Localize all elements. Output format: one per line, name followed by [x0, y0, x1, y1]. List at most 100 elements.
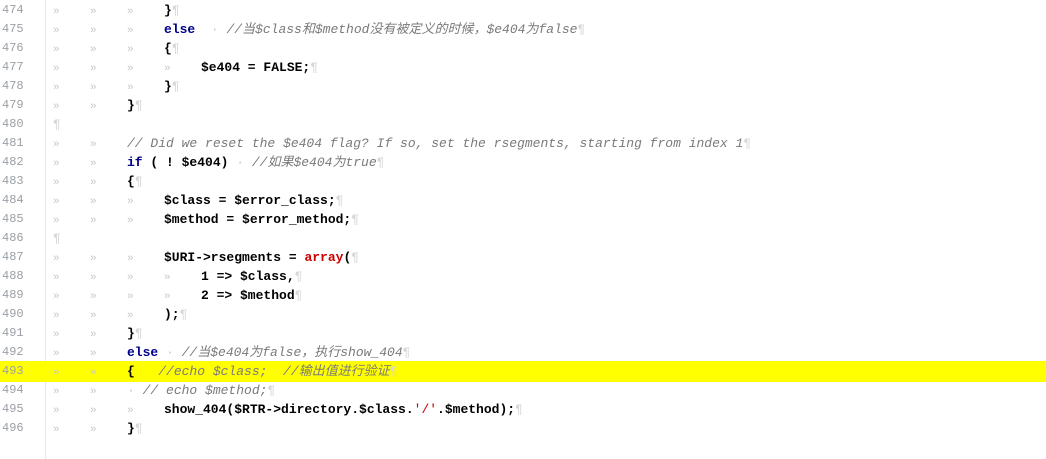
code-text: $e404 = FALSE;¶ [53, 57, 318, 78]
pilcrow-icon: ¶ [294, 288, 303, 303]
code-line[interactable]: 480 ¶ [0, 114, 1046, 135]
code-line[interactable]: 494 · // echo $method;¶ [0, 380, 1046, 401]
code-text: 2 => $method¶ [53, 285, 302, 306]
line-number: 476 [2, 41, 24, 55]
code-text: }¶ [53, 323, 143, 344]
code-text: $URI->rsegments = array(¶ [53, 247, 359, 268]
keyword: else [127, 345, 159, 360]
code-line[interactable]: 482 if ( ! $e404) · //如果$e404为true¶ [0, 152, 1046, 173]
token: ( ! $e404) [142, 155, 229, 170]
token: } [164, 79, 172, 94]
line-number: 481 [2, 136, 24, 150]
token: show_404($RTR->directory.$class. [164, 402, 414, 417]
code-text: if ( ! $e404) · //如果$e404为true¶ [53, 152, 384, 173]
code-text: ¶ [53, 228, 61, 249]
comment: //echo $class; //输出值进行验证 [158, 364, 390, 379]
pilcrow-icon: ¶ [171, 41, 180, 56]
pilcrow-icon: ¶ [351, 212, 360, 227]
line-number: 474 [2, 3, 24, 17]
pilcrow-icon: ¶ [402, 345, 411, 360]
token: } [127, 421, 135, 436]
code-line[interactable]: 485 $method = $error_method;¶ [0, 209, 1046, 230]
line-number: 489 [2, 288, 24, 302]
line-number: 475 [2, 22, 24, 36]
line-number: 485 [2, 212, 24, 226]
line-number: 479 [2, 98, 24, 112]
token: } [164, 3, 172, 18]
code-line[interactable]: 490 );¶ [0, 304, 1046, 325]
line-number: 490 [2, 307, 24, 321]
code-text: }¶ [53, 418, 143, 439]
pilcrow-icon: ¶ [53, 117, 61, 132]
pilcrow-icon: ¶ [294, 269, 303, 284]
line-number: 496 [2, 421, 24, 435]
code-line[interactable]: 489 2 => $method¶ [0, 285, 1046, 306]
line-number: 493 [2, 364, 24, 378]
pilcrow-icon: ¶ [171, 3, 180, 18]
code-text: else · //当$class和$method没有被定义的时候，$e404为f… [53, 19, 585, 40]
comment: //当$class和$method没有被定义的时候，$e404为false [226, 22, 578, 37]
code-line[interactable]: 486 ¶ [0, 228, 1046, 249]
pilcrow-icon: ¶ [376, 155, 385, 170]
code-text: );¶ [53, 304, 187, 325]
code-line[interactable]: 479 }¶ [0, 95, 1046, 116]
code-text: { //echo $class; //输出值进行验证¶ [53, 361, 397, 382]
line-number: 478 [2, 79, 24, 93]
code-text: show_404($RTR->directory.$class.'/'.$met… [53, 399, 523, 420]
pilcrow-icon: ¶ [577, 22, 586, 37]
token: $method = $error_method; [164, 212, 352, 227]
pilcrow-icon: ¶ [743, 136, 752, 151]
token: 2 => $method [201, 288, 295, 303]
code-line[interactable]: 476 {¶ [0, 38, 1046, 59]
comment: //如果$e404为true [251, 155, 377, 170]
code-line[interactable]: 484 $class = $error_class;¶ [0, 190, 1046, 211]
code-line[interactable]: 478 }¶ [0, 76, 1046, 97]
code-text: }¶ [53, 0, 180, 21]
code-line[interactable]: 491 }¶ [0, 323, 1046, 344]
code-line[interactable]: 477 $e404 = FALSE;¶ [0, 57, 1046, 78]
pilcrow-icon: ¶ [267, 383, 276, 398]
code-line[interactable]: 481 // Did we reset the $e404 flag? If s… [0, 133, 1046, 154]
pilcrow-icon: ¶ [134, 98, 143, 113]
comment: //当$e404为false，执行show_404 [181, 345, 403, 360]
pilcrow-icon: ¶ [171, 79, 180, 94]
code-text: · // echo $method;¶ [53, 380, 275, 401]
keyword: array [304, 250, 344, 265]
token: $URI->rsegments = [164, 250, 305, 265]
token: .$method); [437, 402, 516, 417]
code-line[interactable]: 474 }¶ [0, 0, 1046, 21]
line-number: 484 [2, 193, 24, 207]
token: } [127, 326, 135, 341]
line-number: 494 [2, 383, 24, 397]
code-text: $class = $error_class;¶ [53, 190, 343, 211]
code-text: $method = $error_method;¶ [53, 209, 359, 230]
pilcrow-icon: ¶ [310, 60, 319, 75]
code-text: // Did we reset the $e404 flag? If so, s… [53, 133, 751, 154]
code-line[interactable]: 483 {¶ [0, 171, 1046, 192]
comment: // Did we reset the $e404 flag? If so, s… [127, 136, 744, 151]
line-number: 482 [2, 155, 24, 169]
code-line[interactable]: 475 else · //当$class和$method没有被定义的时候，$e4… [0, 19, 1046, 40]
code-text: }¶ [53, 76, 180, 97]
code-editor[interactable]: 474 }¶ 475 else · //当$class和$method没有被定义… [0, 0, 1046, 459]
pilcrow-icon: ¶ [515, 402, 523, 417]
pilcrow-icon: ¶ [134, 326, 143, 341]
code-line[interactable]: 495 show_404($RTR->directory.$class.'/'.… [0, 399, 1046, 420]
code-text: ¶ [53, 114, 61, 135]
line-number: 495 [2, 402, 24, 416]
token: { [164, 41, 172, 56]
pilcrow-icon: ¶ [134, 174, 143, 189]
line-number: 487 [2, 250, 24, 264]
code-line[interactable]: 496 }¶ [0, 418, 1046, 439]
pilcrow-icon: ¶ [134, 421, 143, 436]
line-number: 488 [2, 269, 24, 283]
code-line-highlighted[interactable]: 493 { //echo $class; //输出值进行验证¶ [0, 361, 1046, 382]
code-line[interactable]: 487 $URI->rsegments = array(¶ [0, 247, 1046, 268]
token: } [127, 98, 135, 113]
line-number: 483 [2, 174, 24, 188]
code-line[interactable]: 492 else · //当$e404为false，执行show_404¶ [0, 342, 1046, 363]
code-line[interactable]: 488 1 => $class,¶ [0, 266, 1046, 287]
token: $class = $error_class; [164, 193, 336, 208]
code-text: {¶ [53, 38, 180, 59]
line-number: 480 [2, 117, 24, 131]
